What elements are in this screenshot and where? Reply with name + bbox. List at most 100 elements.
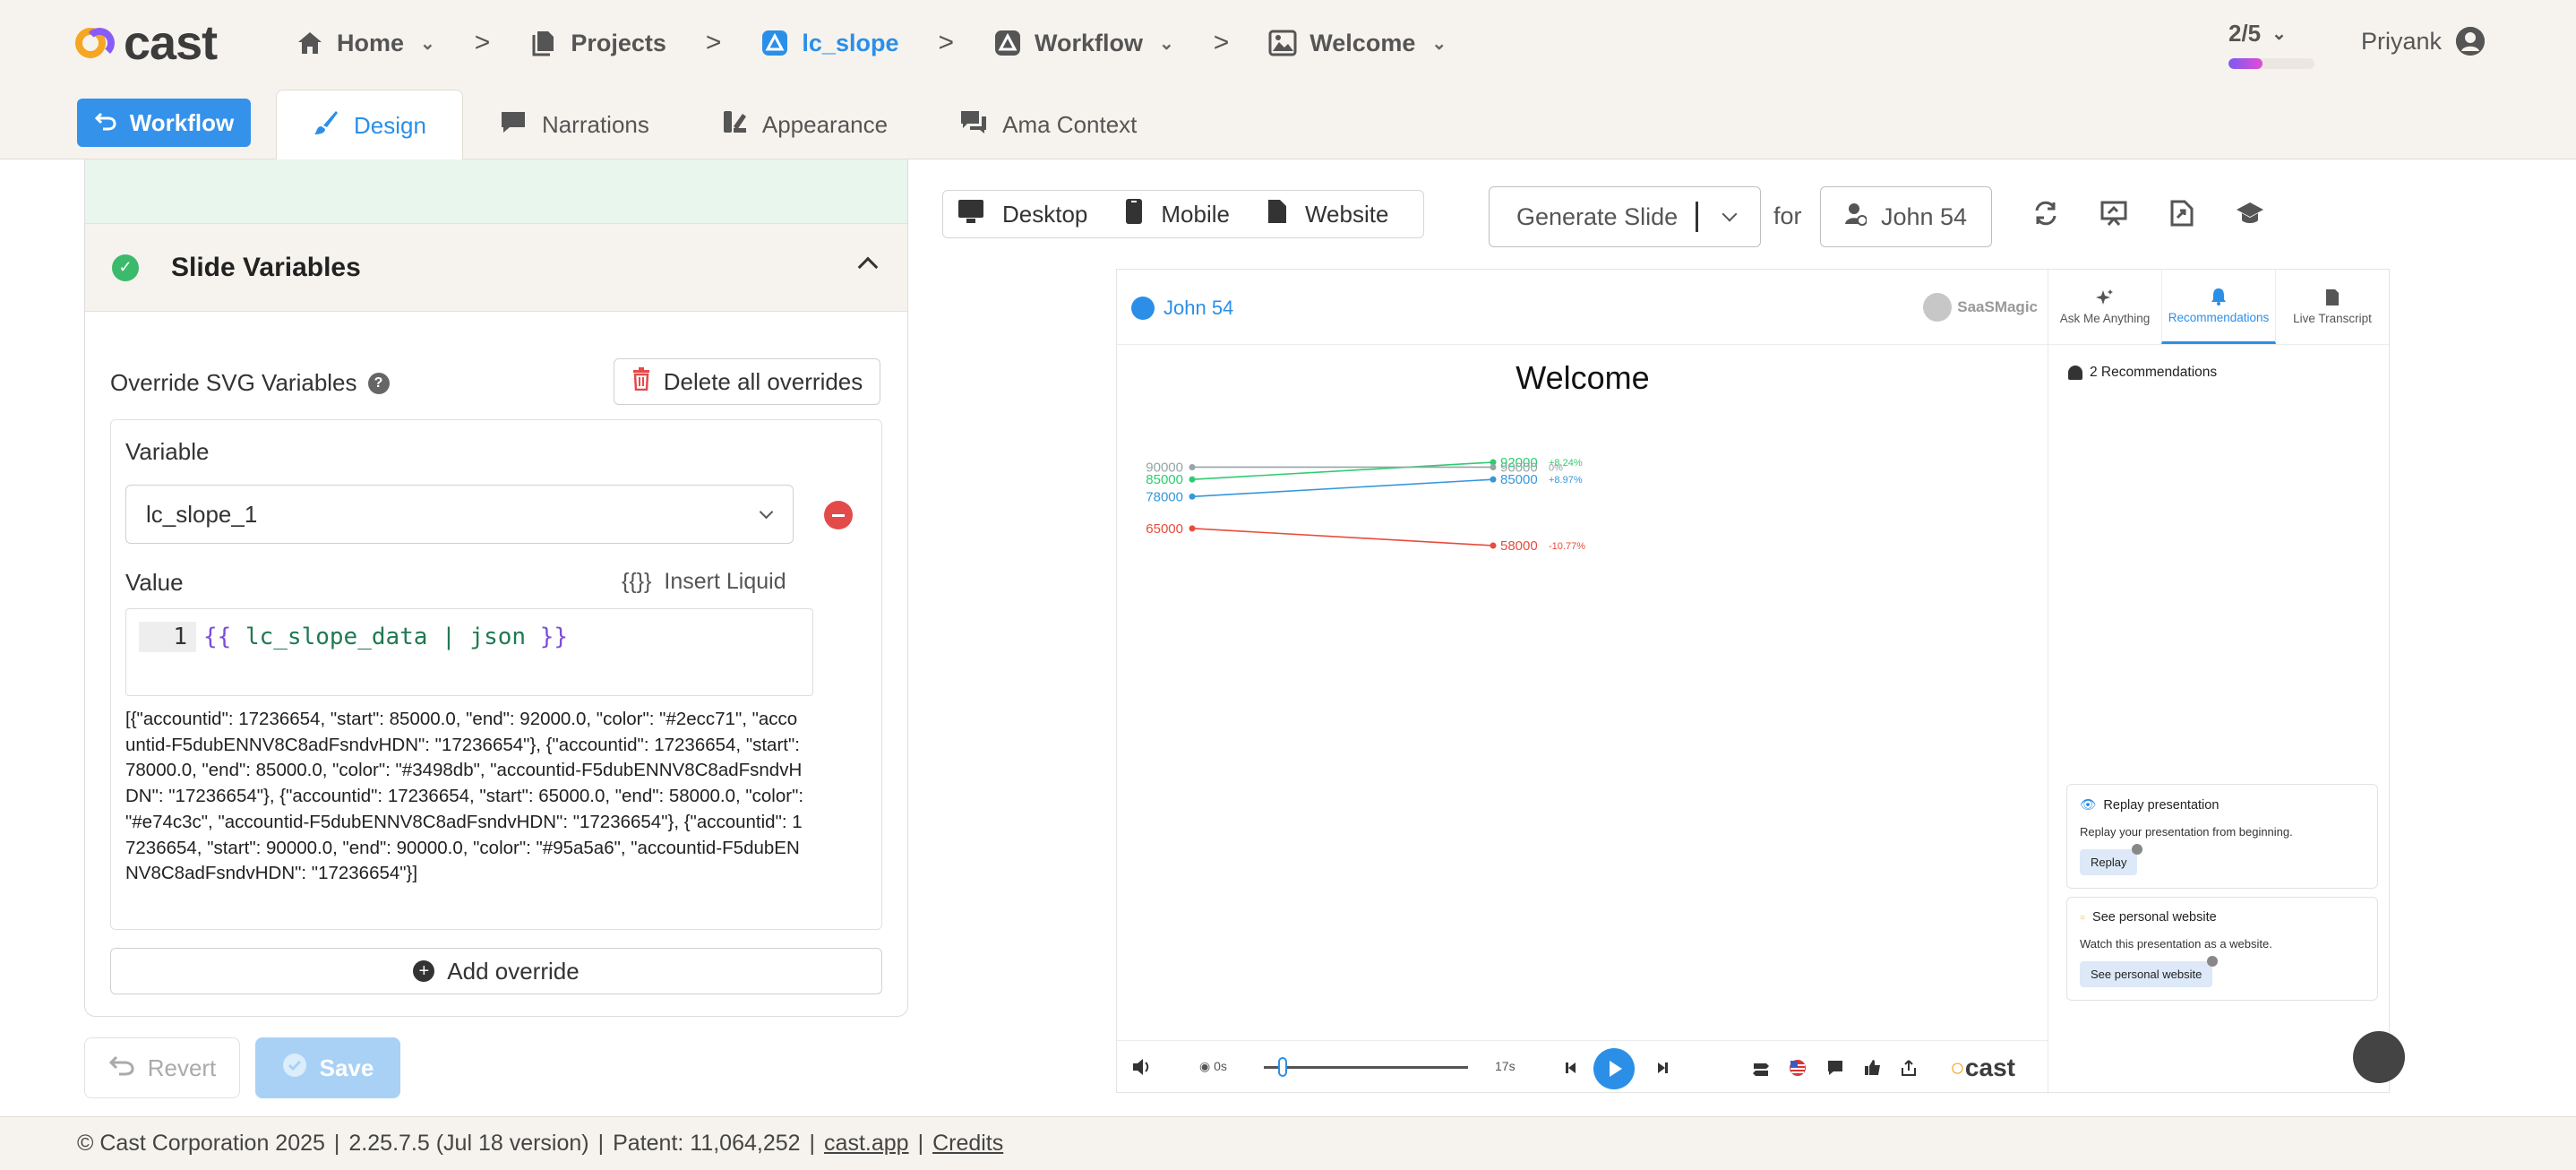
remove-override-icon[interactable] (824, 501, 853, 529)
workflow-button[interactable]: Workflow (77, 99, 251, 147)
code-close-brace: }} (539, 624, 568, 650)
save-button[interactable]: Save (255, 1037, 400, 1098)
graduation-cap-icon[interactable] (2236, 199, 2264, 228)
editor-tabs: Workflow Design Narrations Appearance Am… (77, 90, 1172, 161)
flag-us-icon[interactable] (1789, 1059, 1807, 1077)
revert-label: Revert (147, 1054, 217, 1081)
breadcrumb-workflow[interactable]: Workflow ⌄ (993, 29, 1174, 57)
tab-narrations-label: Narrations (541, 110, 649, 138)
generate-slide-button[interactable]: Generate Slide (1489, 186, 1761, 247)
export-document-icon[interactable] (2168, 199, 2196, 228)
help-icon[interactable]: ? (367, 372, 390, 394)
thumbs-up-icon[interactable] (1864, 1059, 1882, 1077)
previous-icon[interactable] (1563, 1059, 1581, 1077)
palette-icon (721, 108, 748, 142)
tab-ask-me-anything[interactable]: Ask Me Anything (2048, 270, 2161, 344)
insert-liquid-button[interactable]: {{}} Insert Liquid (622, 569, 786, 595)
for-label: for (1773, 202, 1802, 229)
breadcrumb-separator: > (1213, 28, 1230, 57)
tab-narrations[interactable]: Narrations (463, 90, 685, 159)
device-desktop[interactable]: Desktop (957, 199, 1087, 230)
tab-design[interactable]: Design (276, 90, 463, 161)
tab-ama-context[interactable]: Ama Context (923, 90, 1172, 159)
end-value-label: 90000 (1500, 460, 1538, 475)
device-website[interactable]: Website (1267, 199, 1388, 230)
liquid-braces-icon: {{}} (622, 569, 652, 594)
chat-launcher-button[interactable] (2353, 1031, 2405, 1083)
mobile-icon (1125, 198, 1143, 231)
notification-dot (2207, 956, 2219, 967)
next-icon[interactable] (1653, 1059, 1670, 1077)
delete-all-overrides-button[interactable]: Delete all overrides (614, 358, 880, 405)
start-value-label: 65000 (1146, 521, 1183, 537)
chat-icon[interactable] (1826, 1059, 1844, 1077)
breadcrumb-separator: > (705, 28, 722, 57)
chevron-up-icon[interactable] (857, 256, 879, 278)
share-icon[interactable] (1900, 1059, 1918, 1077)
tab-live-transcript[interactable]: Live Transcript (2276, 270, 2389, 344)
breadcrumb-projects[interactable]: Projects (529, 29, 666, 57)
volume-icon[interactable] (1131, 1057, 1153, 1077)
see-personal-website-button[interactable]: See personal website (2080, 956, 2219, 987)
credits-link[interactable]: Credits (932, 1131, 1003, 1157)
tab-live-transcript-label: Live Transcript (2293, 312, 2372, 325)
slide-progress[interactable]: 2/5 ⌄ (2228, 20, 2318, 69)
line-number: 1 (139, 622, 196, 652)
play-button[interactable] (1593, 1048, 1635, 1089)
cast-logo-icon (75, 22, 116, 64)
breadcrumb-home[interactable]: Home ⌄ (296, 29, 435, 57)
play-icon (1610, 1061, 1622, 1077)
site-link[interactable]: cast.app (824, 1131, 909, 1157)
preview-sidebar: Ask Me Anything Recommendations Live Tra… (2048, 270, 2405, 1092)
back-arrow-icon (94, 109, 117, 137)
preview-actions (2031, 199, 2264, 228)
card-title: See personal website (2092, 910, 2217, 925)
current-time: 0s (1214, 1059, 1227, 1073)
user-menu[interactable]: Priyank (2361, 27, 2486, 56)
card-title: Replay presentation (2103, 797, 2220, 813)
slide-variables-header[interactable]: ✓ Slide Variables (85, 224, 907, 312)
start-point (1189, 463, 1196, 470)
chevron-down-icon[interactable] (1722, 206, 1738, 222)
seek-handle[interactable] (1278, 1057, 1287, 1077)
start-point (1189, 525, 1196, 532)
override-label: Override SVG Variables (110, 369, 357, 396)
preview-user[interactable]: John 54 (1131, 297, 1233, 320)
value-code-editor[interactable]: 1 {{ lc_slope_data | json }} (125, 608, 813, 696)
insert-liquid-label: Insert Liquid (664, 569, 786, 594)
tab-recommendations[interactable]: Recommendations (2161, 270, 2276, 344)
present-icon[interactable] (2099, 199, 2128, 228)
tab-appearance[interactable]: Appearance (685, 90, 923, 159)
add-override-button[interactable]: + Add override (110, 948, 882, 994)
cast-logo-icon: ○ (1950, 1054, 1965, 1081)
brush-icon (313, 109, 339, 142)
progress-label: 2/5 (2228, 20, 2262, 47)
preview-user-selector[interactable]: John 54 (1820, 186, 1992, 247)
breadcrumb-slide[interactable]: Welcome ⌄ (1268, 29, 1447, 57)
device-mobile[interactable]: Mobile (1125, 198, 1230, 231)
sign-icon[interactable] (1751, 1059, 1769, 1077)
override-row: Override SVG Variables ? Delete all over… (110, 358, 880, 405)
start-value-label: 78000 (1146, 489, 1183, 504)
cast-logo[interactable]: cast (75, 16, 218, 70)
preview-user-label: John 54 (1880, 202, 1968, 230)
footer-divider: | (597, 1131, 605, 1156)
variable-select[interactable]: lc_slope_1 (125, 485, 794, 544)
preview-user-name: John 54 (1163, 297, 1234, 319)
workflow-icon (993, 29, 1022, 57)
tab-ask-me-anything-label: Ask Me Anything (2059, 312, 2151, 325)
slope-chart: 8500092000 +8.24%7800085000 +8.97%65000580… (1146, 455, 1585, 554)
chevron-down-icon: ⌄ (1431, 33, 1447, 54)
change-label: 0% (1549, 462, 1563, 473)
bell-icon (2211, 288, 2226, 305)
revert-button[interactable]: Revert (84, 1037, 240, 1098)
slide-variables-panel: ✓ Slide Variables Override SVG Variables… (84, 159, 908, 1017)
seek-bar[interactable] (1264, 1066, 1468, 1069)
breadcrumb-project[interactable]: lc_slope (760, 29, 898, 57)
replay-button[interactable]: Replay (2080, 844, 2143, 875)
variable-label: Variable (125, 438, 210, 465)
chevron-down-icon: ⌄ (1159, 33, 1174, 54)
top-bar: cast Home ⌄ > Projects > lc_slope > Work… (0, 0, 2576, 161)
refresh-icon[interactable] (2031, 199, 2060, 228)
footer-divider: | (333, 1131, 340, 1156)
